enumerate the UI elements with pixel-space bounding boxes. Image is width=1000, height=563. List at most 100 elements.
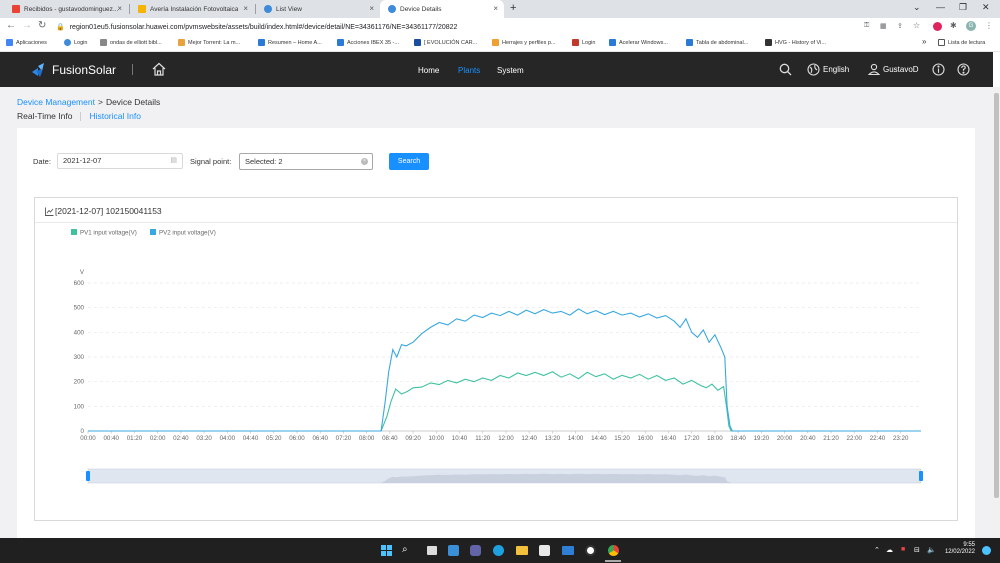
tray-chevron-icon[interactable]: ⌃: [874, 546, 880, 554]
x-tick-label: 18:40: [730, 435, 746, 442]
date-picker[interactable]: 2021-12-07 ▤: [57, 153, 183, 169]
teams-chat-icon[interactable]: [470, 545, 481, 556]
tab-title: Recibidos - gustavodominguez...: [24, 5, 119, 13]
voltage-line-chart: PV1 input voltage(V) PV2 input voltage(V)…: [71, 229, 923, 484]
info-icon[interactable]: [932, 63, 945, 81]
star-icon[interactable]: ☆: [913, 21, 920, 30]
search-button[interactable]: Search: [389, 153, 429, 170]
user-menu[interactable]: GustavoD: [868, 63, 919, 75]
x-tick-label: 08:40: [382, 435, 398, 442]
close-icon[interactable]: ×: [493, 4, 498, 13]
bookmark-item[interactable]: [ EVOLUCIÓN CAR...: [414, 39, 477, 46]
bookmark-item[interactable]: Tabla de abdominal...: [686, 39, 748, 46]
y-tick-label: 0: [81, 428, 85, 435]
profile-avatar[interactable]: G: [966, 21, 976, 31]
bookmark-item[interactable]: Herrajes y perfiles p...: [492, 39, 556, 46]
bookmark-icon: [337, 39, 344, 46]
legend-swatch: [150, 229, 156, 235]
back-icon[interactable]: ←: [6, 20, 16, 31]
bookmark-item[interactable]: Login: [64, 39, 87, 46]
minimize-icon[interactable]: —: [936, 2, 945, 12]
cloud-icon[interactable]: ☁: [886, 546, 893, 554]
bookmark-item[interactable]: Login: [572, 39, 595, 46]
edge-icon[interactable]: [493, 545, 504, 556]
close-icon[interactable]: ×: [369, 4, 374, 13]
menu-dots-icon[interactable]: ⋮: [985, 21, 993, 30]
y-tick-label: 400: [74, 329, 85, 336]
scrollbar-thumb[interactable]: [994, 93, 999, 498]
bookmark-item[interactable]: Acciones IBEX 35 -...: [337, 39, 399, 46]
date-label: Date:: [33, 157, 51, 166]
bookmarks-more-icon[interactable]: »: [922, 37, 926, 46]
tab-search-icon[interactable]: ⌄: [913, 2, 921, 13]
nav-home[interactable]: Home: [418, 66, 439, 75]
breadcrumb-parent[interactable]: Device Management: [17, 97, 95, 107]
task-view-icon[interactable]: [427, 546, 437, 555]
url-field[interactable]: 🔒 region01eu5.fusionsolar.huawei.com/pvm…: [56, 20, 856, 34]
tab-real-time-info[interactable]: Real-Time Info: [17, 111, 72, 121]
page-scrollbar[interactable]: [993, 87, 1000, 538]
bookmarks-bar: Aplicaciones Login ondas de elliott bibl…: [0, 36, 1000, 52]
tray-app-icon[interactable]: ■: [901, 546, 905, 553]
clock[interactable]: 9:55 12/02/2022: [943, 542, 975, 555]
chrome-icon[interactable]: [608, 545, 619, 556]
home-icon[interactable]: [151, 61, 167, 77]
clear-icon[interactable]: ×: [361, 158, 368, 165]
x-tick-label: 14:00: [568, 435, 584, 442]
windows-start-icon[interactable]: [381, 545, 392, 556]
globe-icon: [807, 63, 820, 76]
reading-list[interactable]: Lista de lectura: [938, 39, 985, 46]
new-tab-button[interactable]: +: [510, 2, 516, 14]
language-selector[interactable]: English: [807, 63, 849, 76]
x-tick-label: 10:40: [452, 435, 468, 442]
browser-tab[interactable]: Avería Instalación Fotovoltaica ×: [130, 0, 254, 18]
file-explorer-icon[interactable]: [516, 546, 528, 555]
close-window-icon[interactable]: ✕: [982, 2, 990, 13]
zoom-slider-handle[interactable]: [86, 471, 90, 481]
bookmark-item[interactable]: Mejor Torrent: La m...: [178, 39, 240, 46]
help-icon[interactable]: [957, 63, 970, 81]
zoom-slider-handle[interactable]: [919, 471, 923, 481]
app-logo-text[interactable]: FusionSolar: [52, 63, 116, 77]
extension-icon[interactable]: [933, 22, 942, 31]
store-icon[interactable]: [539, 545, 550, 556]
puzzle-icon[interactable]: ✱: [950, 21, 957, 30]
signal-point-select[interactable]: Selected: 2 ×: [239, 153, 373, 170]
bookmark-icon: [765, 39, 772, 46]
taskbar-search-icon[interactable]: ⌕: [402, 544, 408, 555]
notification-icon[interactable]: [982, 546, 991, 555]
reload-icon[interactable]: ↻: [38, 20, 46, 31]
widgets-icon[interactable]: [448, 545, 459, 556]
share-icon[interactable]: ⇪: [897, 22, 903, 30]
key-icon[interactable]: ⚿: [864, 22, 869, 30]
y-tick-label: 100: [74, 403, 85, 410]
close-icon[interactable]: ×: [243, 4, 248, 13]
search-icon[interactable]: [779, 63, 792, 81]
browser-tab[interactable]: List View ×: [256, 0, 380, 18]
volume-icon[interactable]: 🔈: [927, 546, 936, 554]
tab-title: Device Details: [400, 5, 442, 13]
bookmark-apps[interactable]: Aplicaciones: [6, 39, 47, 46]
tab-title: Avería Instalación Fotovoltaica: [150, 5, 239, 13]
browser-tab-active[interactable]: Device Details ×: [380, 0, 504, 18]
translate-icon[interactable]: ▦: [880, 22, 887, 30]
y-tick-label: 300: [74, 354, 85, 361]
x-tick-label: 03:20: [196, 435, 212, 442]
bookmark-item[interactable]: Acelerar Windows...: [609, 39, 668, 46]
nav-system[interactable]: System: [497, 66, 524, 75]
browser-tab[interactable]: Recibidos - gustavodominguez... ×: [4, 0, 128, 18]
forward-icon[interactable]: →: [22, 20, 32, 31]
mail-icon[interactable]: [562, 546, 574, 555]
bookmark-item[interactable]: ondas de elliott bibl...: [100, 39, 162, 46]
bookmark-item[interactable]: Resumen – Home A...: [258, 39, 322, 46]
network-icon[interactable]: ⊟: [914, 546, 920, 554]
x-tick-label: 22:00: [847, 435, 863, 442]
nav-plants[interactable]: Plants: [458, 66, 480, 75]
app-icon[interactable]: [585, 545, 596, 556]
close-icon[interactable]: ×: [117, 4, 122, 13]
bookmark-item[interactable]: HVG - History of Vi...: [765, 39, 826, 46]
restore-icon[interactable]: ❐: [959, 2, 967, 13]
tab-historical-info[interactable]: Historical Info: [89, 111, 141, 121]
x-tick-label: 00:40: [103, 435, 119, 442]
x-tick-label: 14:40: [591, 435, 607, 442]
